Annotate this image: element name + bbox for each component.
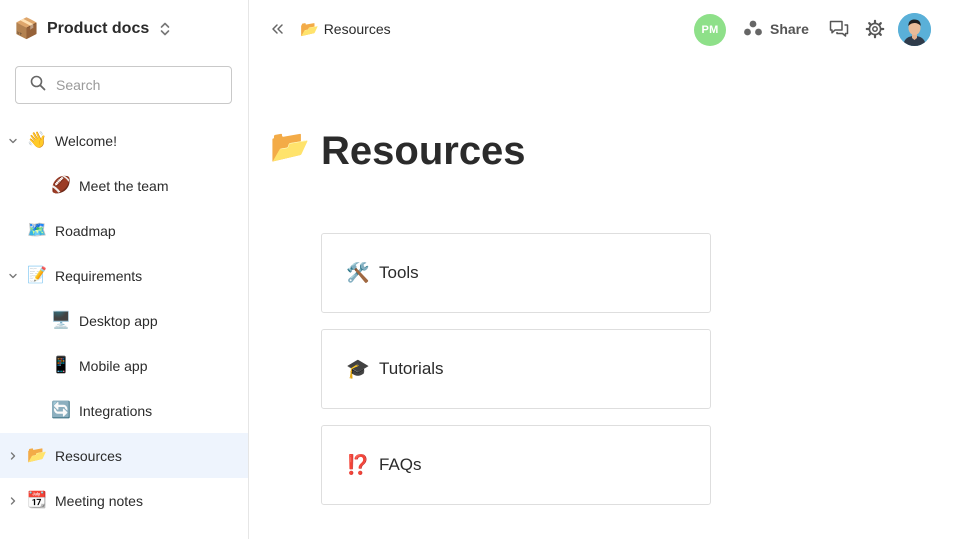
page-title: Resources	[321, 129, 526, 173]
workspace-name: Product docs	[47, 20, 150, 37]
chevron-up-down-icon	[159, 20, 171, 38]
breadcrumb[interactable]: 📂 Resources	[300, 19, 391, 39]
card-tools[interactable]: 🛠️ Tools	[321, 233, 711, 313]
open-folder-icon: 📂	[27, 446, 47, 464]
memo-icon: 📝	[27, 266, 47, 284]
sidebar-item-integrations[interactable]: 🔄 Integrations	[0, 388, 248, 433]
sidebar-item-meet-the-team[interactable]: 🏈 Meet the team	[0, 163, 248, 208]
comments-icon	[829, 20, 849, 37]
workspace-icon: 📦	[14, 18, 39, 40]
sidebar-item-meeting-notes[interactable]: 📆 Meeting notes	[0, 478, 248, 523]
tools-icon: 🛠️	[346, 262, 370, 284]
sidebar-item-label: Meeting notes	[55, 492, 143, 509]
sidebar-item-label: Resources	[55, 447, 122, 464]
sidebar-item-label: Mobile app	[79, 357, 148, 374]
workspace-switcher[interactable]: 📦 Product docs	[14, 14, 171, 44]
waving-hand-icon: 👋	[27, 131, 47, 149]
share-label: Share	[770, 21, 809, 37]
sidebar-item-label: Integrations	[79, 402, 153, 419]
user-photo-icon	[898, 13, 931, 46]
settings-button[interactable]	[864, 18, 886, 40]
calendar-icon: 📆	[27, 491, 47, 509]
share-button[interactable]: Share	[743, 18, 809, 40]
sidebar-item-mobile-app[interactable]: 📱 Mobile app	[0, 343, 248, 388]
card-tutorials[interactable]: 🎓 Tutorials	[321, 329, 711, 409]
sync-arrows-icon: 🔄	[51, 401, 71, 419]
search-input[interactable]	[56, 77, 216, 93]
interrobang-icon: ⁉️	[346, 454, 370, 476]
card-faqs[interactable]: ⁉️ FAQs	[321, 425, 711, 505]
sidebar-item-label: Roadmap	[55, 222, 116, 239]
open-folder-icon: 📂	[300, 20, 319, 38]
sidebar-item-label: Welcome!	[55, 132, 117, 149]
sidebar-item-welcome[interactable]: 👋 Welcome!	[0, 118, 248, 163]
chevron-down-icon[interactable]	[7, 270, 19, 282]
collapse-sidebar-button[interactable]	[269, 21, 285, 37]
sidebar-item-desktop-app[interactable]: 🖥️ Desktop app	[0, 298, 248, 343]
sidebar-item-resources[interactable]: 📂 Resources	[0, 433, 248, 478]
desktop-computer-icon: 🖥️	[51, 311, 71, 329]
chevron-right-icon[interactable]	[7, 450, 19, 462]
sidebar-item-requirements[interactable]: 📝 Requirements	[0, 253, 248, 298]
card-label: FAQs	[379, 455, 422, 474]
gear-icon	[865, 19, 885, 39]
chevron-down-icon[interactable]	[7, 135, 19, 147]
search-icon	[30, 75, 46, 96]
card-label: Tools	[379, 263, 419, 282]
breadcrumb-label: Resources	[323, 21, 391, 37]
page-tree: 👋 Welcome! 🏈 Meet the team 🗺️ Roadmap 📝 …	[0, 118, 248, 523]
presence-avatar[interactable]: PM	[694, 14, 726, 46]
sidebar-item-label: Requirements	[55, 267, 143, 284]
map-icon: 🗺️	[27, 221, 47, 239]
graduation-cap-icon: 🎓	[346, 358, 370, 380]
sidebar-item-label: Desktop app	[79, 312, 158, 329]
user-avatar[interactable]	[898, 13, 931, 46]
sidebar: 📦 Product docs 👋 Welcome! 🏈 Meet the tea…	[0, 0, 249, 539]
sidebar-item-roadmap[interactable]: 🗺️ Roadmap	[0, 208, 248, 253]
mobile-phone-icon: 📱	[51, 356, 71, 374]
card-label: Tutorials	[379, 359, 444, 378]
page-icon[interactable]: 📂	[270, 130, 310, 162]
chevron-right-icon[interactable]	[7, 495, 19, 507]
subpage-cards: 🛠️ Tools 🎓 Tutorials ⁉️ FAQs	[321, 233, 711, 521]
share-icon	[743, 19, 763, 40]
sidebar-item-label: Meet the team	[79, 177, 169, 194]
comments-button[interactable]	[828, 18, 850, 40]
double-chevron-left-icon	[272, 24, 283, 34]
search-box[interactable]	[15, 66, 232, 104]
football-icon: 🏈	[51, 176, 71, 194]
